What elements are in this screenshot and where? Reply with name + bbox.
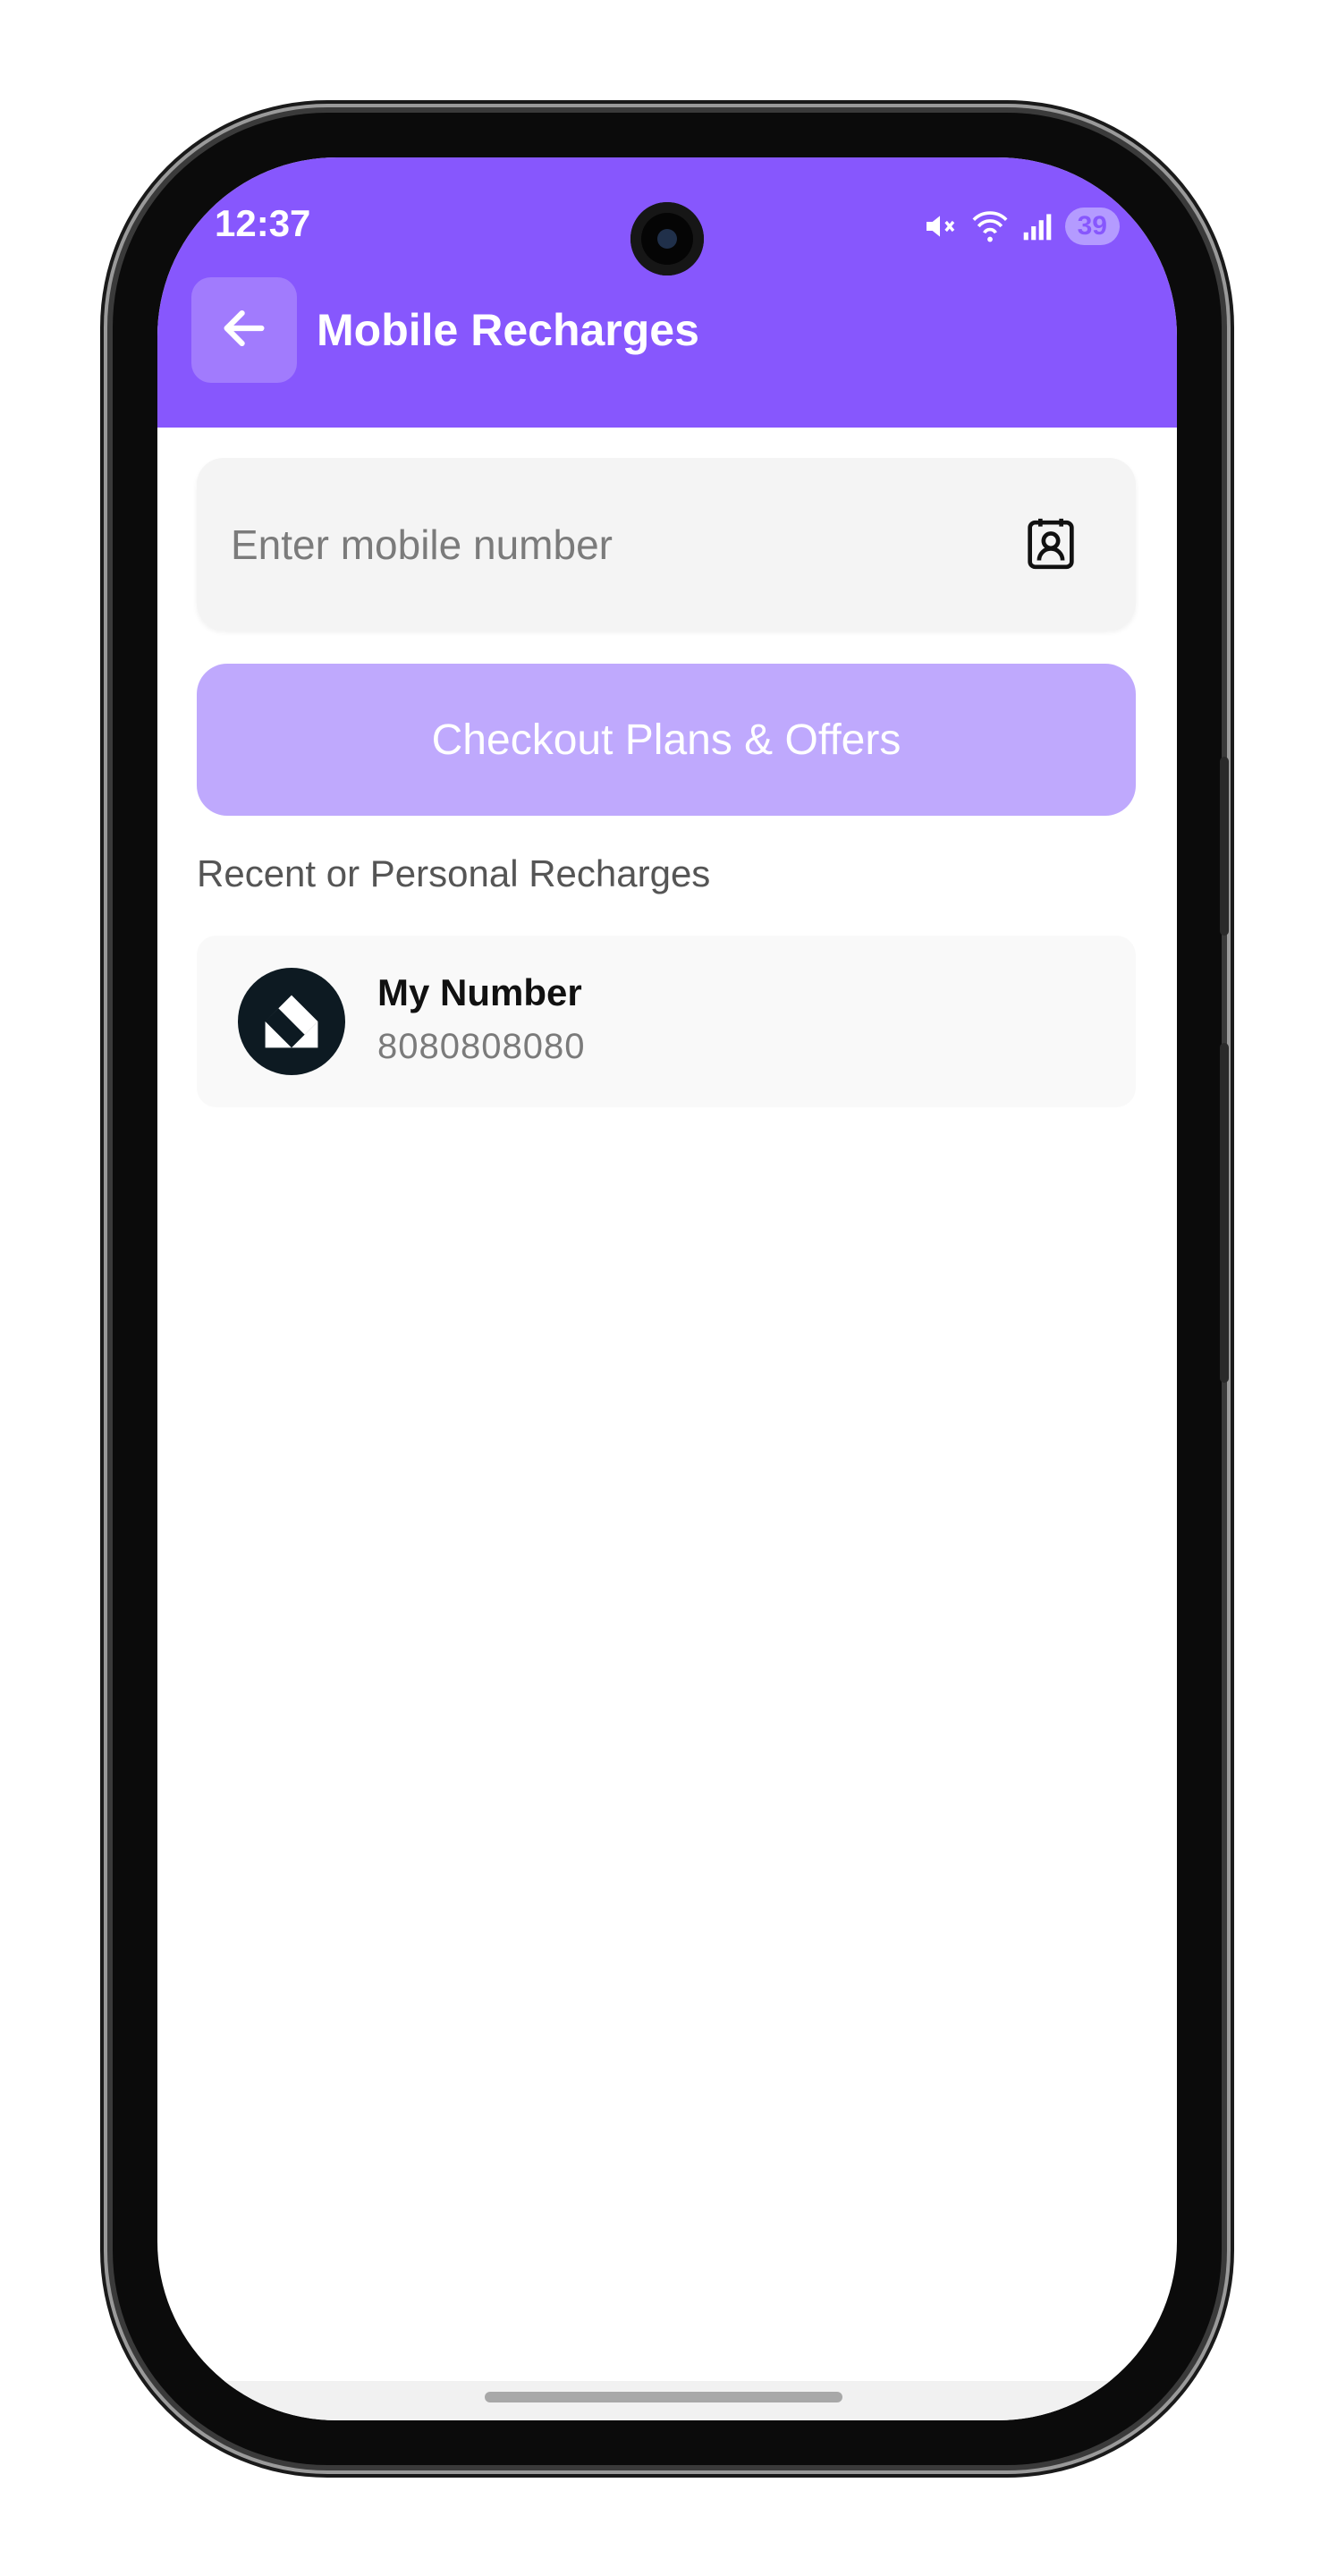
home-indicator[interactable] — [485, 2392, 842, 2402]
contact-book-icon[interactable] — [1020, 513, 1082, 580]
page-title: Mobile Recharges — [317, 305, 699, 355]
phone-volume-button — [1220, 1043, 1229, 1383]
app-header: 12:37 39 Mobile Recharges — [157, 157, 1177, 428]
mobile-number-field[interactable] — [197, 458, 1136, 631]
arrow-left-icon — [218, 302, 270, 359]
signal-icon — [1022, 211, 1053, 242]
status-time: 12:37 — [215, 202, 311, 244]
status-icons: 39 — [922, 208, 1120, 245]
checkout-plans-button[interactable]: Checkout Plans & Offers — [197, 664, 1136, 816]
brand-logo-icon — [238, 968, 345, 1075]
front-camera — [630, 202, 704, 275]
section-label: Recent or Personal Recharges — [197, 852, 711, 894]
battery-icon: 39 — [1064, 208, 1120, 245]
recent-item-number: 8080808080 — [377, 1027, 586, 1066]
recent-recharge-item[interactable]: My Number 8080808080 — [197, 936, 1136, 1107]
recent-item-name: My Number — [377, 971, 582, 1013]
mute-icon — [922, 208, 958, 244]
phone-side-button — [1220, 757, 1229, 936]
wifi-icon — [970, 208, 1010, 244]
mobile-number-input[interactable] — [229, 458, 984, 631]
app-screen: 12:37 39 Mobile Recharges Enter mobile n… — [157, 157, 1177, 2420]
back-button[interactable] — [191, 277, 297, 383]
phone-frame: 12:37 39 Mobile Recharges Enter mobile n… — [113, 113, 1229, 2465]
